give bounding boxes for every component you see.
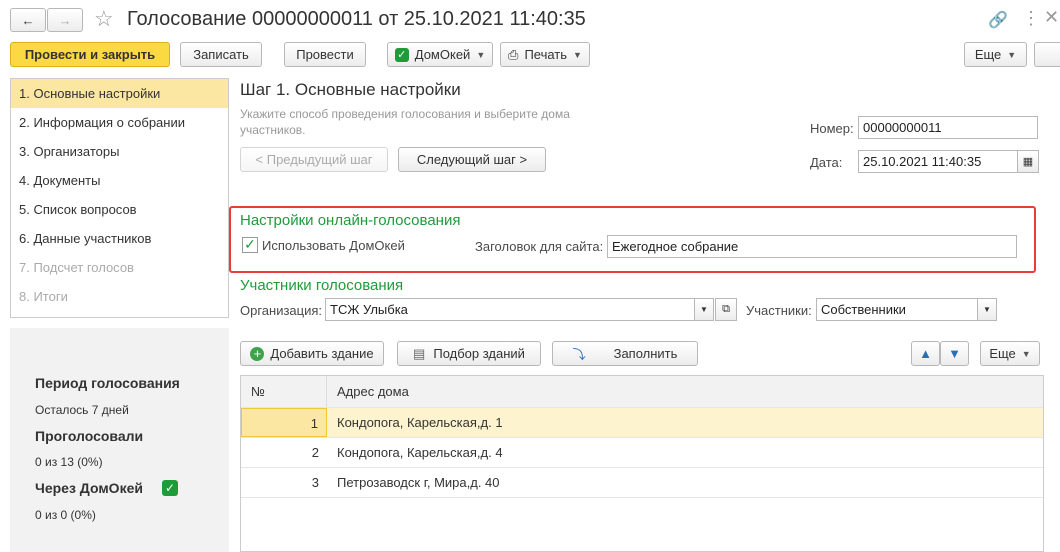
organization-dropdown-button[interactable]: ▼ — [694, 298, 714, 321]
add-building-label: Добавить здание — [270, 346, 374, 361]
nav-item-questions[interactable]: 5. Список вопросов — [11, 195, 228, 224]
calendar-button[interactable]: ▦ — [1017, 150, 1039, 173]
nav-item-vote-count: 7. Подсчет голосов — [19, 260, 134, 275]
number-field[interactable]: 00000000011 — [858, 116, 1038, 139]
domokey-check-icon: ✓ — [394, 47, 409, 62]
print-button[interactable]: ⎙ Печать ▼ — [500, 42, 590, 67]
organization-label: Организация: — [240, 303, 323, 318]
chevron-down-icon: ▼ — [1021, 348, 1031, 359]
nav-item-documents[interactable]: 4. Документы — [11, 166, 228, 195]
column-header-address[interactable]: Адрес дома — [327, 384, 409, 399]
steps-nav: 1. Основные настройки 2. Информация о со… — [10, 78, 229, 318]
via-domokey-title: Через ДомОкей — [35, 480, 143, 496]
star-icon[interactable]: ☆ — [94, 6, 114, 32]
row-address: Петрозаводск г, Мира,д. 40 — [337, 475, 500, 490]
arrow-right-icon: → — [58, 12, 72, 28]
table-row[interactable]: 1 Кондопога, Карельская,д. 1 — [241, 408, 1043, 438]
add-building-button[interactable]: + Добавить здание — [240, 341, 384, 366]
chevron-down-icon: ▼ — [1007, 49, 1017, 60]
row-number: 2 — [311, 445, 319, 460]
select-buildings-button[interactable]: ▤ Подбор зданий — [397, 341, 541, 366]
back-button[interactable]: ← — [10, 8, 46, 32]
forward-button[interactable]: → — [47, 8, 83, 32]
print-label: Печать — [524, 47, 568, 62]
number-label: Номер: — [810, 121, 854, 136]
move-down-button[interactable]: ▼ — [940, 341, 969, 366]
page-title: Голосование 00000000011 от 25.10.2021 11… — [127, 8, 586, 30]
table-row[interactable]: 2 Кондопога, Карельская,д. 4 — [241, 438, 1043, 468]
organization-field[interactable]: ТСЖ Улыбка — [325, 298, 695, 321]
nav-item-participants[interactable]: 6. Данные участников — [11, 224, 228, 253]
domokey-label: ДомОкей — [414, 47, 471, 62]
arrow-down-icon: ▼ — [948, 346, 961, 361]
printer-icon: ⎙ — [508, 46, 519, 62]
domokey-button[interactable]: ✓ ДомОкей ▼ — [387, 42, 493, 67]
use-domokey-label[interactable]: Использовать ДомОкей — [262, 238, 405, 253]
more-vert-icon[interactable]: ⋮ — [1022, 8, 1040, 29]
column-header-number[interactable]: № — [241, 376, 327, 407]
move-up-button[interactable]: ▲ — [911, 341, 940, 366]
row-address: Кондопога, Карельская,д. 1 — [337, 415, 503, 430]
period-value: Осталось 7 дней — [35, 403, 129, 417]
help-button[interactable] — [1034, 42, 1060, 67]
post-button[interactable]: Провести — [284, 42, 366, 67]
step-title: Шаг 1. Основные настройки — [240, 80, 461, 99]
members-label: Участники: — [746, 303, 812, 318]
members-select[interactable]: Собственники — [816, 298, 978, 321]
voted-value: 0 из 13 (0%) — [35, 455, 103, 469]
fill-label: Заполнить — [613, 346, 678, 361]
via-domokey-value: 0 из 0 (0%) — [35, 508, 96, 522]
chevron-down-icon: ▼ — [983, 305, 991, 314]
participants-title: Участники голосования — [240, 277, 404, 294]
chevron-down-icon: ▼ — [700, 305, 708, 314]
nav-item-basic-settings[interactable]: 1. Основные настройки — [11, 79, 228, 108]
chevron-down-icon: ▼ — [573, 49, 582, 60]
save-button[interactable]: Записать — [180, 42, 262, 67]
select-buildings-label: Подбор зданий — [433, 346, 525, 361]
fill-arrow-icon: ⤵ — [572, 347, 586, 362]
date-label: Дата: — [810, 155, 843, 170]
arrow-left-icon: ← — [21, 12, 35, 28]
use-domokey-checkbox[interactable]: ✓ — [242, 237, 258, 253]
more-label: Еще — [974, 47, 1002, 62]
nav-item-meeting-info[interactable]: 2. Информация о собрании — [11, 108, 228, 137]
voted-title: Проголосовали — [35, 428, 144, 444]
nav-item-organizers[interactable]: 3. Организаторы — [11, 137, 228, 166]
more-button[interactable]: Еще ▼ — [964, 42, 1027, 67]
arrow-up-icon: ▲ — [919, 346, 932, 361]
step-hint: Укажите способ проведения голосования и … — [240, 107, 570, 137]
online-settings-title: Настройки онлайн-голосования — [240, 212, 461, 229]
domokey-check-icon: ✓ — [162, 480, 178, 496]
table-row[interactable]: 3 Петрозаводск г, Мира,д. 40 — [241, 468, 1043, 498]
site-header-field[interactable]: Ежегодное собрание — [607, 235, 1017, 258]
summary-panel: Период голосования Осталось 7 дней Прого… — [10, 328, 229, 552]
period-title: Период голосования — [35, 375, 180, 391]
nav-item-results: 8. Итоги — [19, 289, 68, 304]
site-header-label: Заголовок для сайта: — [475, 239, 604, 254]
buildings-table: № Адрес дома 1 Кондопога, Карельская,д. … — [240, 375, 1044, 552]
table-more-button[interactable]: Еще ▼ — [980, 341, 1040, 366]
table-header: № Адрес дома — [241, 376, 1043, 408]
fill-button[interactable]: ⤵ Заполнить — [552, 341, 698, 366]
row-number: 3 — [311, 475, 319, 490]
row-address: Кондопога, Карельская,д. 4 — [337, 445, 503, 460]
row-number: 1 — [241, 408, 327, 437]
link-icon[interactable]: 🔗 — [988, 10, 1008, 30]
close-icon[interactable]: ✕ — [1044, 7, 1059, 28]
add-icon: + — [250, 346, 265, 361]
next-step-button[interactable]: Следующий шаг > — [398, 147, 546, 172]
prev-step-button[interactable]: < Предыдущий шаг — [240, 147, 388, 172]
organization-open-button[interactable]: ⧉ — [715, 298, 737, 321]
select-list-icon: ▤ — [413, 345, 426, 361]
calendar-icon: ▦ — [1022, 156, 1034, 168]
post-and-close-button[interactable]: Провести и закрыть — [10, 42, 170, 67]
chevron-down-icon: ▼ — [476, 49, 486, 60]
table-more-label: Еще — [989, 346, 1016, 361]
open-icon: ⧉ — [722, 303, 730, 315]
date-field[interactable]: 25.10.2021 11:40:35 — [858, 150, 1018, 173]
members-dropdown-button[interactable]: ▼ — [977, 298, 997, 321]
